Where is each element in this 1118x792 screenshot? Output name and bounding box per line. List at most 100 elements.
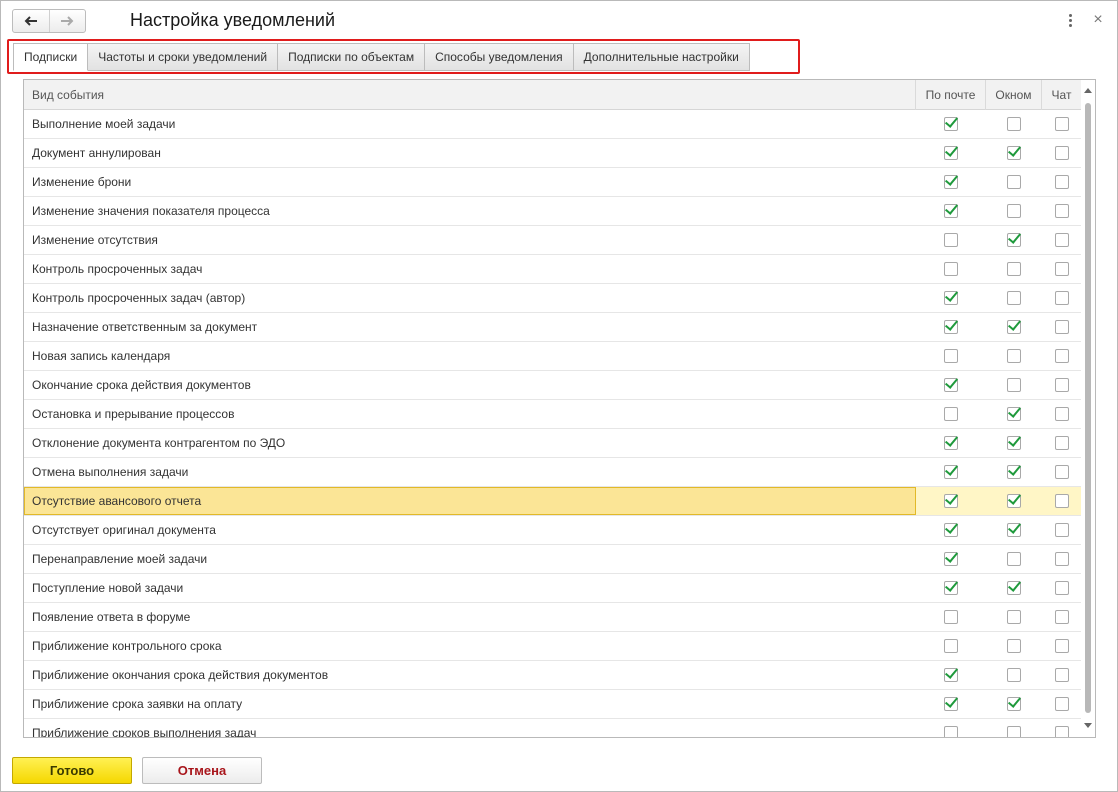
table-row[interactable]: Контроль просроченных задач <box>24 255 1081 284</box>
mail-checkbox[interactable] <box>944 378 958 392</box>
mail-checkbox[interactable] <box>944 697 958 711</box>
mail-checkbox[interactable] <box>944 291 958 305</box>
forward-button[interactable] <box>48 10 85 32</box>
chat-checkbox[interactable] <box>1054 465 1069 479</box>
mail-checkbox[interactable] <box>944 233 958 247</box>
scrollbar-thumb[interactable] <box>1085 103 1091 713</box>
mail-checkbox[interactable] <box>944 175 958 189</box>
table-row[interactable]: Приближение срока заявки на оплату <box>24 690 1081 719</box>
window-checkbox[interactable] <box>1007 436 1021 450</box>
table-row[interactable]: Отсутствует оригинал документа <box>24 516 1081 545</box>
table-row[interactable]: Приближение контрольного срока <box>24 632 1081 661</box>
chat-checkbox[interactable] <box>1054 697 1069 711</box>
tab-2[interactable]: Подписки по объектам <box>278 43 426 71</box>
window-checkbox[interactable] <box>1007 349 1021 363</box>
mail-checkbox[interactable] <box>944 204 958 218</box>
chat-checkbox[interactable] <box>1054 175 1069 189</box>
window-checkbox[interactable] <box>1007 494 1021 508</box>
window-checkbox[interactable] <box>1007 262 1021 276</box>
mail-checkbox[interactable] <box>944 436 958 450</box>
table-row[interactable]: Изменение значения показателя процесса <box>24 197 1081 226</box>
chat-checkbox[interactable] <box>1054 523 1069 537</box>
mail-checkbox[interactable] <box>944 117 958 131</box>
chat-checkbox[interactable] <box>1054 233 1069 247</box>
mail-checkbox[interactable] <box>944 349 958 363</box>
table-row[interactable]: Выполнение моей задачи <box>24 110 1081 139</box>
table-row[interactable]: Изменение брони <box>24 168 1081 197</box>
chat-checkbox[interactable] <box>1054 117 1069 131</box>
chat-checkbox[interactable] <box>1054 639 1069 653</box>
mail-checkbox[interactable] <box>944 523 958 537</box>
tab-3[interactable]: Способы уведомления <box>425 43 574 71</box>
chat-checkbox[interactable] <box>1054 378 1069 392</box>
chat-checkbox[interactable] <box>1054 726 1069 737</box>
chat-checkbox[interactable] <box>1054 610 1069 624</box>
chat-checkbox[interactable] <box>1054 204 1069 218</box>
window-checkbox[interactable] <box>1007 117 1021 131</box>
chat-checkbox[interactable] <box>1054 494 1069 508</box>
table-row[interactable]: Поступление новой задачи <box>24 574 1081 603</box>
window-checkbox[interactable] <box>1007 726 1021 737</box>
window-checkbox[interactable] <box>1007 610 1021 624</box>
chat-checkbox[interactable] <box>1054 262 1069 276</box>
column-header-event[interactable]: Вид события <box>24 80 916 110</box>
chat-checkbox[interactable] <box>1054 349 1069 363</box>
table-row[interactable]: Приближение окончания срока действия док… <box>24 661 1081 690</box>
window-checkbox[interactable] <box>1007 552 1021 566</box>
column-header-mail[interactable]: По почте <box>916 80 986 110</box>
chat-checkbox[interactable] <box>1054 552 1069 566</box>
table-row[interactable]: Отмена выполнения задачи <box>24 458 1081 487</box>
window-checkbox[interactable] <box>1007 697 1021 711</box>
table-row[interactable]: Назначение ответственным за документ <box>24 313 1081 342</box>
mail-checkbox[interactable] <box>944 639 958 653</box>
window-checkbox[interactable] <box>1007 639 1021 653</box>
vertical-scrollbar[interactable] <box>1081 80 1095 737</box>
back-button[interactable] <box>13 10 49 32</box>
tab-4[interactable]: Дополнительные настройки <box>573 43 750 71</box>
mail-checkbox[interactable] <box>944 610 958 624</box>
window-checkbox[interactable] <box>1007 407 1021 421</box>
mail-checkbox[interactable] <box>944 552 958 566</box>
mail-checkbox[interactable] <box>944 262 958 276</box>
table-row[interactable]: Остановка и прерывание процессов <box>24 400 1081 429</box>
scroll-up-arrow-icon[interactable] <box>1084 88 1092 93</box>
window-checkbox[interactable] <box>1007 175 1021 189</box>
tab-1[interactable]: Частоты и сроки уведомлений <box>88 43 279 71</box>
window-checkbox[interactable] <box>1007 465 1021 479</box>
table-row[interactable]: Отсутствие авансового отчета <box>24 487 1081 516</box>
window-checkbox[interactable] <box>1007 291 1021 305</box>
more-options-button[interactable] <box>1064 12 1076 28</box>
chat-checkbox[interactable] <box>1054 436 1069 450</box>
window-checkbox[interactable] <box>1007 378 1021 392</box>
table-row[interactable]: Перенаправление моей задачи <box>24 545 1081 574</box>
done-button[interactable]: Готово <box>12 757 132 784</box>
window-checkbox[interactable] <box>1007 233 1021 247</box>
table-row[interactable]: Окончание срока действия документов <box>24 371 1081 400</box>
table-row[interactable]: Новая запись календаря <box>24 342 1081 371</box>
window-checkbox[interactable] <box>1007 320 1021 334</box>
mail-checkbox[interactable] <box>944 726 958 737</box>
column-header-window[interactable]: Окном <box>986 80 1042 110</box>
scroll-down-arrow-icon[interactable] <box>1084 723 1092 728</box>
window-checkbox[interactable] <box>1007 146 1021 160</box>
chat-checkbox[interactable] <box>1054 668 1069 682</box>
chat-checkbox[interactable] <box>1054 291 1069 305</box>
window-checkbox[interactable] <box>1007 204 1021 218</box>
table-row[interactable]: Появление ответа в форуме <box>24 603 1081 632</box>
tab-0[interactable]: Подписки <box>13 43 89 71</box>
window-checkbox[interactable] <box>1007 581 1021 595</box>
mail-checkbox[interactable] <box>944 146 958 160</box>
chat-checkbox[interactable] <box>1054 581 1069 595</box>
window-checkbox[interactable] <box>1007 668 1021 682</box>
chat-checkbox[interactable] <box>1054 320 1069 334</box>
mail-checkbox[interactable] <box>944 494 958 508</box>
window-checkbox[interactable] <box>1007 523 1021 537</box>
column-header-chat[interactable]: Чат <box>1042 80 1081 110</box>
chat-checkbox[interactable] <box>1054 146 1069 160</box>
table-row[interactable]: Документ аннулирован <box>24 139 1081 168</box>
mail-checkbox[interactable] <box>944 581 958 595</box>
table-row[interactable]: Контроль просроченных задач (автор) <box>24 284 1081 313</box>
close-button[interactable]: × <box>1090 12 1106 28</box>
table-row[interactable]: Отклонение документа контрагентом по ЭДО <box>24 429 1081 458</box>
cancel-button[interactable]: Отмена <box>142 757 262 784</box>
